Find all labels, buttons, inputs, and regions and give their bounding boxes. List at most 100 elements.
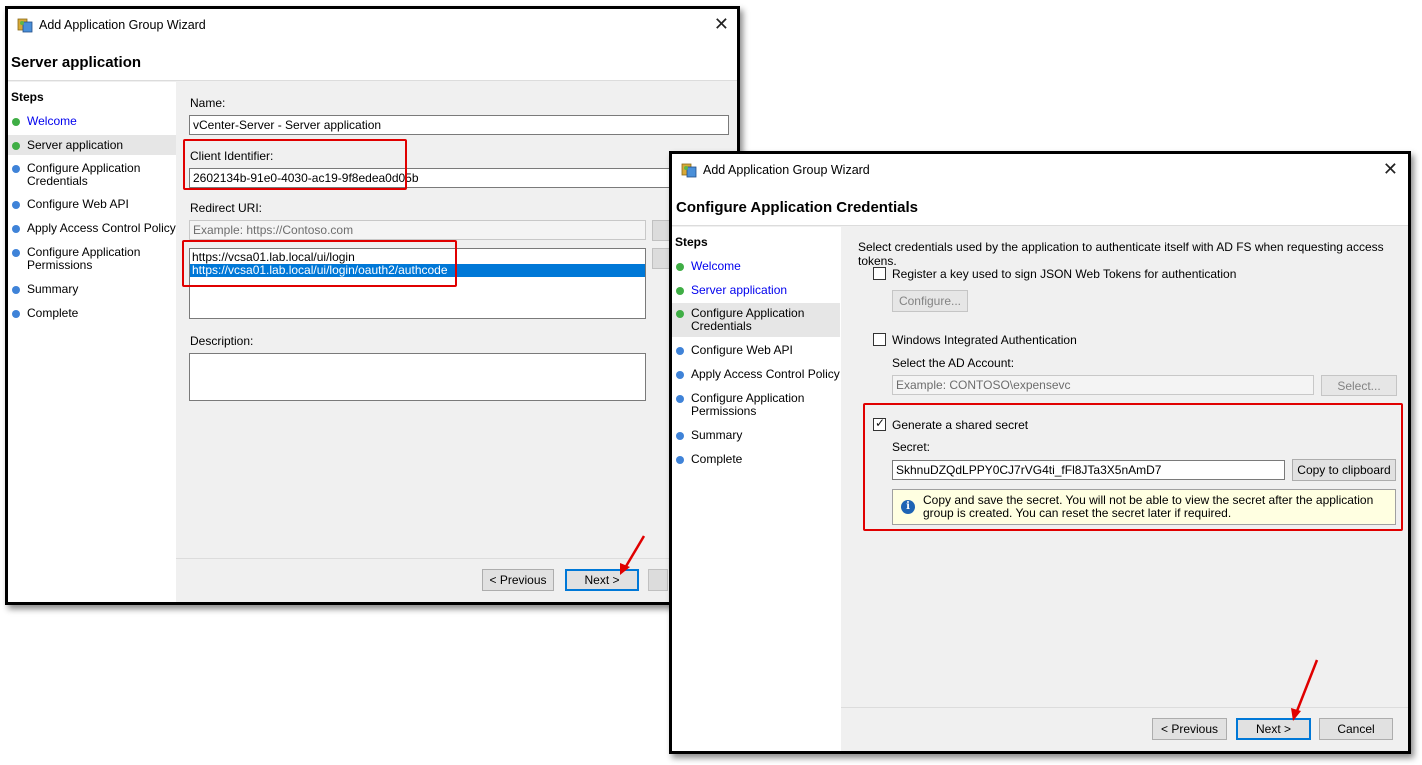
step-label: Configure Application Permissions: [27, 245, 141, 272]
step-label: Configure Web API: [691, 343, 793, 357]
step-pending-icon: [12, 225, 20, 233]
step-complete-icon: [12, 118, 20, 126]
cancel-button[interactable]: [648, 569, 668, 591]
arrow-to-next-icon: [1291, 659, 1319, 721]
step-configure-web-api: Configure Web API: [8, 198, 176, 211]
checkmark-icon: ✓: [874, 416, 886, 430]
step-label: Welcome: [27, 114, 77, 128]
step-label: Server application: [691, 283, 788, 297]
page-title: Configure Application Credentials: [676, 199, 918, 216]
description-label: Description:: [190, 334, 254, 348]
close-icon[interactable]: ✕: [714, 13, 729, 35]
step-complete-icon: [676, 287, 684, 295]
step-welcome[interactable]: Welcome: [672, 260, 840, 273]
step-welcome[interactable]: Welcome: [8, 115, 176, 128]
step-pending-icon: [12, 165, 20, 173]
adfs-app-icon: [681, 163, 697, 178]
header-band: Configure Application Credentials: [672, 186, 1408, 226]
intro-text: Select credentials used by the applicati…: [858, 240, 1384, 268]
page-title: Server application: [11, 54, 142, 71]
step-apply-access-control-policy: Apply Access Control Policy: [8, 222, 176, 235]
step-label: Apply Access Control Policy: [27, 221, 176, 235]
list-item-selected[interactable]: https://vcsa01.lab.local/ui/login/oauth2…: [190, 264, 645, 277]
wia-checkbox[interactable]: [873, 333, 886, 346]
client-identifier-label: Client Identifier:: [190, 149, 274, 163]
step-configure-application-credentials[interactable]: Configure Application Credentials: [672, 303, 840, 337]
client-identifier-field[interactable]: 2602134b-91e0-4030-ac19-9f8edea0d05b: [189, 168, 749, 188]
jwt-label: Register a key used to sign JSON Web Tok…: [892, 267, 1237, 281]
step-complete: Complete: [672, 453, 840, 466]
step-label: Configure Web API: [27, 197, 129, 211]
step-label: Configure Application Credentials: [691, 306, 805, 333]
info-icon: i: [901, 500, 915, 514]
step-complete-icon: [12, 142, 20, 150]
secret-field[interactable]: SkhnuDZQdLPPY0CJ7rVG4ti_fFl8JTa3X5nAmD7: [892, 460, 1285, 480]
content-panel: Select credentials used by the applicati…: [841, 227, 1408, 751]
cancel-button[interactable]: Cancel: [1319, 718, 1393, 740]
step-pending-icon: [676, 371, 684, 379]
step-label: Apply Access Control Policy: [691, 367, 840, 381]
title-bar: Add Application Group Wizard ✕: [8, 9, 737, 41]
step-server-application[interactable]: Server application: [8, 135, 176, 155]
ad-account-input[interactable]: Example: CONTOSO\expensevc: [892, 375, 1314, 395]
steps-title: Steps: [675, 235, 708, 249]
step-pending-icon: [12, 249, 20, 257]
description-field[interactable]: [189, 353, 646, 401]
jwt-checkbox[interactable]: [873, 267, 886, 280]
name-field[interactable]: vCenter-Server - Server application: [189, 115, 729, 135]
step-label: Summary: [691, 428, 743, 442]
step-pending-icon: [12, 310, 20, 318]
shared-secret-label: Generate a shared secret: [892, 418, 1029, 432]
step-label: Configure Application Permissions: [691, 391, 805, 418]
close-icon[interactable]: ✕: [1383, 158, 1398, 180]
secret-label: Secret:: [892, 440, 931, 454]
arrow-to-next-icon: [620, 535, 646, 575]
previous-button[interactable]: < Previous: [1152, 718, 1227, 740]
step-summary: Summary: [672, 429, 840, 442]
step-label: Summary: [27, 282, 79, 296]
steps-panel: Steps Welcome Server application Configu…: [8, 82, 176, 602]
content-panel: Name: vCenter-Server - Server applicatio…: [176, 82, 749, 602]
footer: < Previous Next >: [176, 558, 737, 602]
step-complete: Complete: [8, 307, 176, 320]
step-complete-icon: [676, 310, 684, 318]
copy-to-clipboard-button[interactable]: Copy to clipboard: [1292, 459, 1396, 481]
step-pending-icon: [676, 432, 684, 440]
step-pending-icon: [12, 286, 20, 294]
step-pending-icon: [12, 201, 20, 209]
title-bar: Add Application Group Wizard ✕: [672, 154, 1408, 186]
redirect-uri-label: Redirect URI:: [190, 201, 263, 215]
step-configure-application-permissions: Configure Application Permissions: [8, 246, 148, 272]
steps-panel: Steps Welcome Server application Configu…: [672, 227, 841, 751]
adfs-app-icon: [17, 18, 33, 33]
footer: < Previous Next > Cancel: [841, 707, 1408, 751]
step-pending-icon: [676, 347, 684, 355]
step-label: Server application: [27, 138, 124, 152]
redirect-uri-list[interactable]: https://vcsa01.lab.local/ui/login https:…: [189, 248, 646, 319]
steps-title: Steps: [11, 90, 44, 104]
step-configure-application-permissions: Configure Application Permissions: [672, 392, 812, 418]
step-configure-web-api: Configure Web API: [672, 344, 840, 357]
wia-label: Windows Integrated Authentication: [892, 333, 1077, 347]
step-complete-icon: [676, 263, 684, 271]
step-label: Configure Application Credentials: [27, 161, 141, 188]
select-button[interactable]: Select...: [1321, 375, 1397, 396]
step-server-application[interactable]: Server application: [672, 284, 840, 297]
step-label: Complete: [691, 452, 743, 466]
step-configure-application-credentials: Configure Application Credentials: [8, 162, 148, 188]
previous-button[interactable]: < Previous: [482, 569, 554, 591]
wizard-window-server-application: Add Application Group Wizard ✕ Server ap…: [5, 6, 749, 605]
step-apply-access-control-policy: Apply Access Control Policy: [672, 368, 840, 381]
step-label: Complete: [27, 306, 79, 320]
info-message: i Copy and save the secret. You will not…: [892, 489, 1396, 525]
step-summary: Summary: [8, 283, 176, 296]
configure-button[interactable]: Configure...: [892, 290, 968, 312]
shared-secret-checkbox[interactable]: ✓: [873, 416, 886, 431]
redirect-uri-input[interactable]: Example: https://Contoso.com: [189, 220, 646, 240]
header-band: Server application: [8, 41, 737, 81]
name-label: Name:: [190, 96, 226, 110]
window-title: Add Application Group Wizard: [39, 18, 206, 32]
ad-account-label: Select the AD Account:: [892, 356, 1015, 370]
step-pending-icon: [676, 456, 684, 464]
window-title: Add Application Group Wizard: [703, 163, 870, 177]
